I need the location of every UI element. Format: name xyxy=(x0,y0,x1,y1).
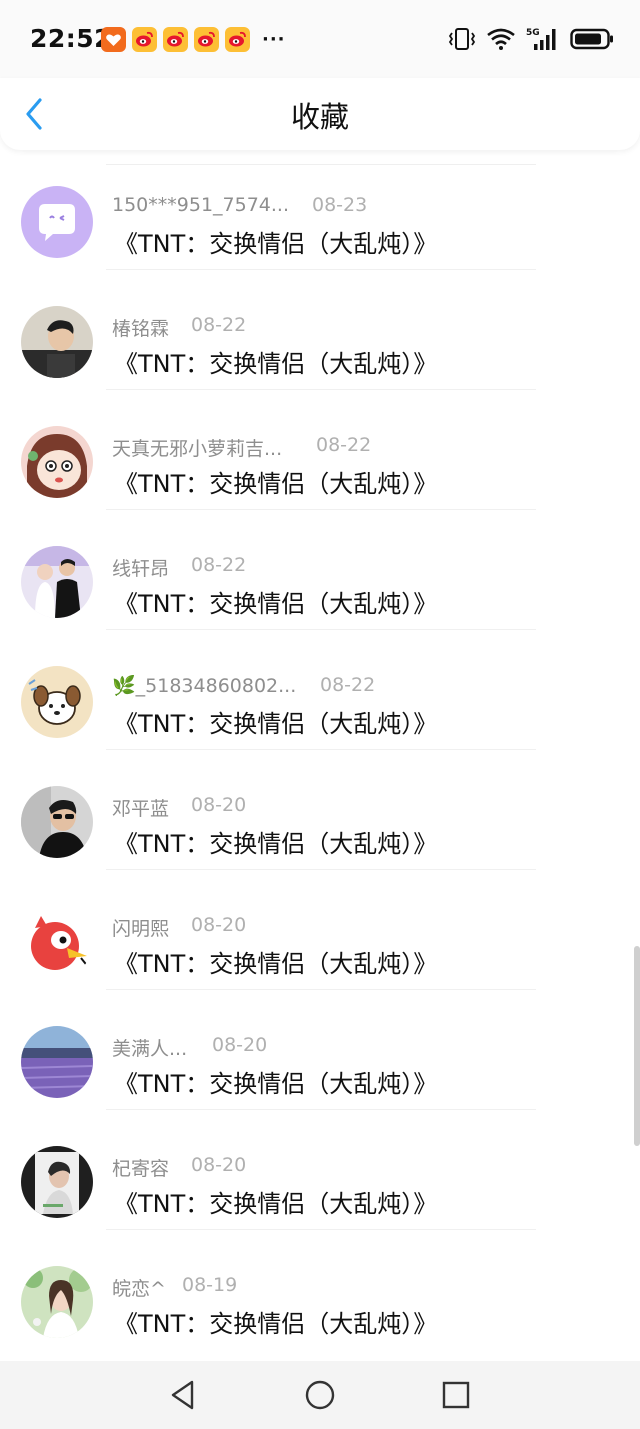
avatar xyxy=(21,306,93,378)
avatar xyxy=(21,1026,93,1098)
status-time: 22:52 xyxy=(30,24,113,53)
username: 天真无邪小萝莉吉... xyxy=(112,438,283,460)
book-title: 《TNT：交换情侣（大乱炖）》 xyxy=(114,710,438,738)
username: 线轩昂 xyxy=(112,558,170,580)
sunglasses-avatar-icon xyxy=(21,786,93,858)
book-title: 《TNT：交换情侣（大乱炖）》 xyxy=(114,1190,438,1218)
weibo-icon xyxy=(225,27,250,52)
book-title: 《TNT：交换情侣（大乱炖）》 xyxy=(114,590,438,618)
weibo-icon xyxy=(194,27,219,52)
username: 邓平蓝 xyxy=(112,798,170,820)
favorite-date: 08-22 xyxy=(320,674,376,696)
svg-text:5G: 5G xyxy=(526,28,540,38)
triangle-back-icon xyxy=(171,1380,194,1410)
book-title: 《TNT：交换情侣（大乱炖）》 xyxy=(114,830,438,858)
page-header: 收藏 xyxy=(0,78,640,150)
list-item[interactable]: 杞寄容 08-20 《TNT：交换情侣（大乱炖）》 xyxy=(0,1110,640,1230)
nav-recents-button[interactable] xyxy=(440,1379,472,1411)
garden-girl-avatar-icon xyxy=(21,1266,93,1338)
favorite-date: 08-22 xyxy=(316,434,372,456)
avatar xyxy=(21,186,93,258)
book-title: 《TNT：交换情侣（大乱炖）》 xyxy=(114,350,438,378)
square-recents-icon xyxy=(442,1381,470,1409)
favorite-date: 08-20 xyxy=(191,1154,247,1176)
cartoon-dog-avatar-icon xyxy=(21,666,93,738)
red-bird-avatar-icon xyxy=(21,906,93,978)
username: 美满人... xyxy=(112,1038,188,1060)
avatar xyxy=(21,1266,93,1338)
username: 闪明熙 xyxy=(112,918,170,940)
avatar xyxy=(21,906,93,978)
username: 杞寄容 xyxy=(112,1158,170,1180)
boy-photo-avatar-icon xyxy=(21,306,93,378)
favorites-list[interactable]: 150***951_7574... 08-23 《TNT：交换情侣（大乱炖）》 … xyxy=(0,150,640,1361)
scrollbar[interactable] xyxy=(634,946,640,1146)
username: 皖恋^ xyxy=(112,1278,166,1300)
page-title: 收藏 xyxy=(290,100,349,134)
avatar xyxy=(21,786,93,858)
list-item[interactable]: 邓平蓝 08-20 《TNT：交换情侣（大乱炖）》 xyxy=(0,750,640,870)
avatar xyxy=(21,546,93,618)
book-title: 《TNT：交换情侣（大乱炖）》 xyxy=(114,470,438,498)
cartoon-girl-avatar-icon xyxy=(21,426,93,498)
username: 150***951_7574... xyxy=(112,194,290,216)
book-title: 《TNT：交换情侣（大乱炖）》 xyxy=(114,1070,438,1098)
list-item[interactable]: 🌿_51834860802... 08-22 《TNT：交换情侣（大乱炖）》 xyxy=(0,630,640,750)
nav-back-button[interactable] xyxy=(168,1379,200,1411)
signal-5g-icon: 5G xyxy=(526,28,556,50)
circle-home-icon xyxy=(305,1380,335,1410)
avatar xyxy=(21,666,93,738)
weibo-icon xyxy=(163,27,188,52)
book-title: 《TNT：交换情侣（大乱炖）》 xyxy=(114,1310,438,1338)
notification-icons: ··· xyxy=(101,27,286,52)
avatar xyxy=(21,426,93,498)
username: 🌿_51834860802... xyxy=(112,675,297,697)
username: 椿铭霖 xyxy=(112,318,170,340)
system-icons: 5G xyxy=(448,26,614,52)
favorite-date: 08-23 xyxy=(312,194,368,216)
navigation-bar xyxy=(0,1361,640,1429)
favorite-date: 08-22 xyxy=(191,314,247,336)
list-item[interactable]: 皖恋^ 08-19 《TNT：交换情侣（大乱炖）》 xyxy=(0,1230,640,1350)
list-item[interactable]: 美满人... 08-20 《TNT：交换情侣（大乱炖）》 xyxy=(0,990,640,1110)
list-item[interactable]: 椿铭霖 08-22 《TNT：交换情侣（大乱炖）》 xyxy=(0,270,640,390)
purple-chat-avatar-icon xyxy=(21,186,93,258)
favorite-date: 08-19 xyxy=(182,1274,238,1296)
favorite-date: 08-20 xyxy=(191,794,247,816)
book-title: 《TNT：交换情侣（大乱炖）》 xyxy=(114,950,438,978)
nav-home-button[interactable] xyxy=(304,1379,336,1411)
status-bar: 22:52 ··· 5G xyxy=(0,0,640,78)
list-item[interactable]: 150***951_7574... 08-23 《TNT：交换情侣（大乱炖）》 xyxy=(0,150,640,270)
wifi-icon xyxy=(487,28,515,50)
vibrate-icon xyxy=(448,28,476,50)
favorite-date: 08-22 xyxy=(191,554,247,576)
portrait-avatar-icon xyxy=(21,1146,93,1218)
list-item[interactable]: 闪明熙 08-20 《TNT：交换情侣（大乱炖）》 xyxy=(0,870,640,990)
book-title: 《TNT：交换情侣（大乱炖）》 xyxy=(114,230,438,258)
couple-photo-avatar-icon xyxy=(21,546,93,618)
more-notifications-icon: ··· xyxy=(262,29,286,50)
weibo-icon xyxy=(132,27,157,52)
favorite-date: 08-20 xyxy=(191,914,247,936)
list-item[interactable]: 天真无邪小萝莉吉... 08-22 《TNT：交换情侣（大乱炖）》 xyxy=(0,390,640,510)
lavender-field-avatar-icon xyxy=(21,1026,93,1098)
avatar xyxy=(21,1146,93,1218)
list-item[interactable]: 线轩昂 08-22 《TNT：交换情侣（大乱炖）》 xyxy=(0,510,640,630)
battery-icon xyxy=(570,28,613,50)
taobao-heart-icon xyxy=(101,27,126,52)
favorite-date: 08-20 xyxy=(212,1034,268,1056)
